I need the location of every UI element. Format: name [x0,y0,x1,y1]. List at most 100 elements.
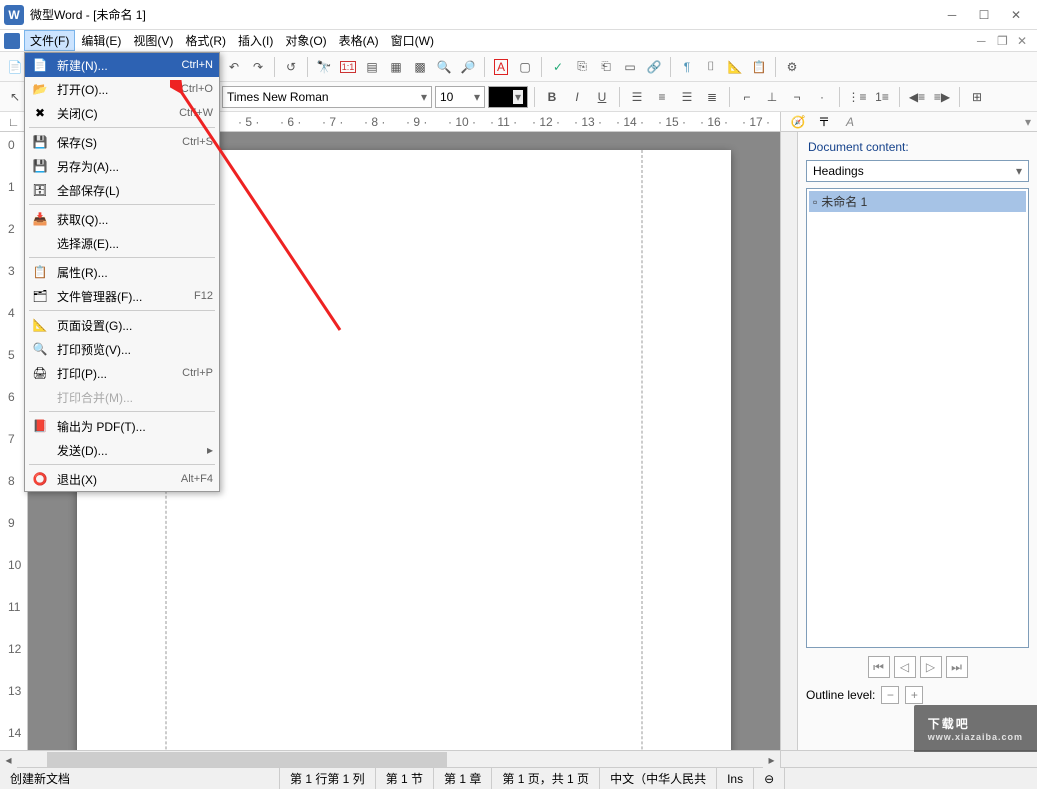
italic-button[interactable]: I [566,86,588,108]
normal-view-icon[interactable]: ▤ [361,56,383,78]
paste-format-icon[interactable]: ⎗ [595,56,617,78]
insert-object-icon[interactable]: ▭ [619,56,641,78]
outline-item[interactable]: ▫ 未命名 1 [809,191,1026,212]
menu-item-exit[interactable]: ⭕退出(X)Alt+F4 [25,467,219,491]
mdi-doc-icon[interactable] [4,33,20,49]
menu-格式r[interactable]: 格式(R) [179,30,232,51]
underline-button[interactable]: U [591,86,613,108]
scroll-track[interactable] [17,751,763,767]
menu-item-item[interactable]: 发送(D)...▸ [25,438,219,462]
nav-last-button[interactable]: ⏭ [946,656,968,678]
format-mark-icon[interactable]: ⌷ [700,56,722,78]
outline-plus-button[interactable]: + [905,686,923,704]
tab-left-icon[interactable]: ⌐ [736,86,758,108]
menu-对象o[interactable]: 对象(O) [279,30,332,51]
menu-item-acquire[interactable]: 📥获取(Q)... [25,207,219,231]
chevron-down-icon[interactable]: ▾ [1025,115,1031,129]
copy-format-icon[interactable]: ⎘ [571,56,593,78]
zoom-in-icon[interactable]: 🔎 [457,56,479,78]
vertical-scrollbar[interactable] [780,132,797,750]
menu-表格a[interactable]: 表格(A) [333,30,385,51]
status-record-icon[interactable]: ⊖ [754,768,785,789]
multi-page-icon[interactable]: ▩ [409,56,431,78]
outline-minus-button[interactable]: − [881,686,899,704]
borders-icon[interactable]: ⊞ [966,86,988,108]
binoculars-icon[interactable]: 🔭 [313,56,335,78]
numbering-icon[interactable]: 1≡ [871,86,893,108]
page-tab-icon[interactable]: 〒 [813,111,835,133]
menu-item-open[interactable]: 📂打开(O)...Ctrl+O [25,77,219,101]
char-format-icon[interactable]: ▢ [514,56,536,78]
align-right-button[interactable]: ☰ [676,86,698,108]
menu-item-props[interactable]: 📋属性(R)... [25,260,219,284]
redo-icon[interactable]: ↷ [247,56,269,78]
menu-item-fileman[interactable]: 🗂文件管理器(F)...F12 [25,284,219,308]
ruler-tick: 10 [8,558,21,572]
menu-插入i[interactable]: 插入(I) [232,30,279,51]
nav-next-button[interactable]: ▷ [920,656,942,678]
align-left-button[interactable]: ☰ [626,86,648,108]
pointer-icon[interactable]: ↖ [4,86,26,108]
document-outline-list[interactable]: ▫ 未命名 1 [806,188,1029,648]
nav-tab-icon[interactable]: 🧭 [787,111,809,133]
link-icon[interactable]: 🔗 [643,56,665,78]
exit-icon: ⭕ [31,470,49,488]
mdi-restore-button[interactable]: ❐ [997,34,1011,48]
menu-item-pagesetup[interactable]: 📐页面设置(G)... [25,313,219,337]
spellcheck-icon[interactable]: ✓ [547,56,569,78]
bold-button[interactable]: B [541,86,563,108]
color-combo[interactable]: ▾ [488,86,528,108]
zoom-100-icon[interactable]: 1:1 [337,56,359,78]
menu-item-print[interactable]: 🖨打印(P)...Ctrl+P [25,361,219,385]
mdi-close-button[interactable]: ✕ [1017,34,1031,48]
menu-item-close[interactable]: ✖关闭(C)Ctrl+W [25,101,219,125]
ruler-icon[interactable]: 📐 [724,56,746,78]
close-button[interactable]: ✕ [1009,8,1023,22]
fileman-icon: 🗂 [31,287,49,305]
tab-center-icon[interactable]: ⊥ [761,86,783,108]
outdent-icon[interactable]: ◀≡ [906,86,928,108]
font-color-icon[interactable]: A [490,56,512,78]
bullets-icon[interactable]: ⋮≡ [846,86,868,108]
nav-prev-button[interactable]: ◁ [894,656,916,678]
macro-icon[interactable]: ⚙ [781,56,803,78]
content-type-combo[interactable]: Headings ▾ [806,160,1029,182]
paste-special-icon[interactable]: 📋 [748,56,770,78]
scroll-thumb[interactable] [47,752,447,767]
menu-item-saveall[interactable]: 🗄全部保存(L) [25,178,219,202]
menu-item-pdf[interactable]: 📕输出为 PDF(T)... [25,414,219,438]
maximize-button[interactable]: ☐ [977,8,991,22]
horizontal-scrollbar[interactable]: ◂ ▸ [0,750,1037,767]
font-size-combo[interactable]: 10 ▾ [435,86,485,108]
menu-文件f[interactable]: 文件(F) [24,30,75,51]
repeat-icon[interactable]: ↺ [280,56,302,78]
scroll-right-button[interactable]: ▸ [763,751,780,768]
zoom-out-icon[interactable]: 🔍 [433,56,455,78]
menu-item-save[interactable]: 💾保存(S)Ctrl+S [25,130,219,154]
menu-item-preview[interactable]: 🔍打印预览(V)... [25,337,219,361]
mdi-minimize-button[interactable]: ─ [977,34,991,48]
menu-separator [29,257,215,258]
font-combo[interactable]: Times New Roman ▾ [222,86,432,108]
undo-icon[interactable]: ↶ [223,56,245,78]
new-icon[interactable]: 📄 [4,56,26,78]
indent-icon[interactable]: ≡▶ [931,86,953,108]
align-center-button[interactable]: ≡ [651,86,673,108]
nav-first-button[interactable]: ⏮ [868,656,890,678]
menu-窗口w[interactable]: 窗口(W) [385,30,440,51]
tab-right-icon[interactable]: ¬ [786,86,808,108]
page-view-icon[interactable]: ▦ [385,56,407,78]
menu-item-item[interactable]: 选择源(E)... [25,231,219,255]
menu-item-label: 获取(Q)... [57,211,213,228]
style-tab-icon[interactable]: A [839,111,861,133]
paragraph-icon[interactable]: ¶ [676,56,698,78]
align-justify-button[interactable]: ≣ [701,86,723,108]
menu-item-new[interactable]: 📄新建(N)...Ctrl+N [25,53,219,77]
status-insert-mode[interactable]: Ins [717,768,754,789]
menu-视图v[interactable]: 视图(V) [127,30,179,51]
scroll-left-button[interactable]: ◂ [0,751,17,768]
tab-decimal-icon[interactable]: · [811,86,833,108]
menu-编辑e[interactable]: 编辑(E) [75,30,127,51]
menu-item-saveas[interactable]: 💾另存为(A)... [25,154,219,178]
minimize-button[interactable]: ─ [945,8,959,22]
